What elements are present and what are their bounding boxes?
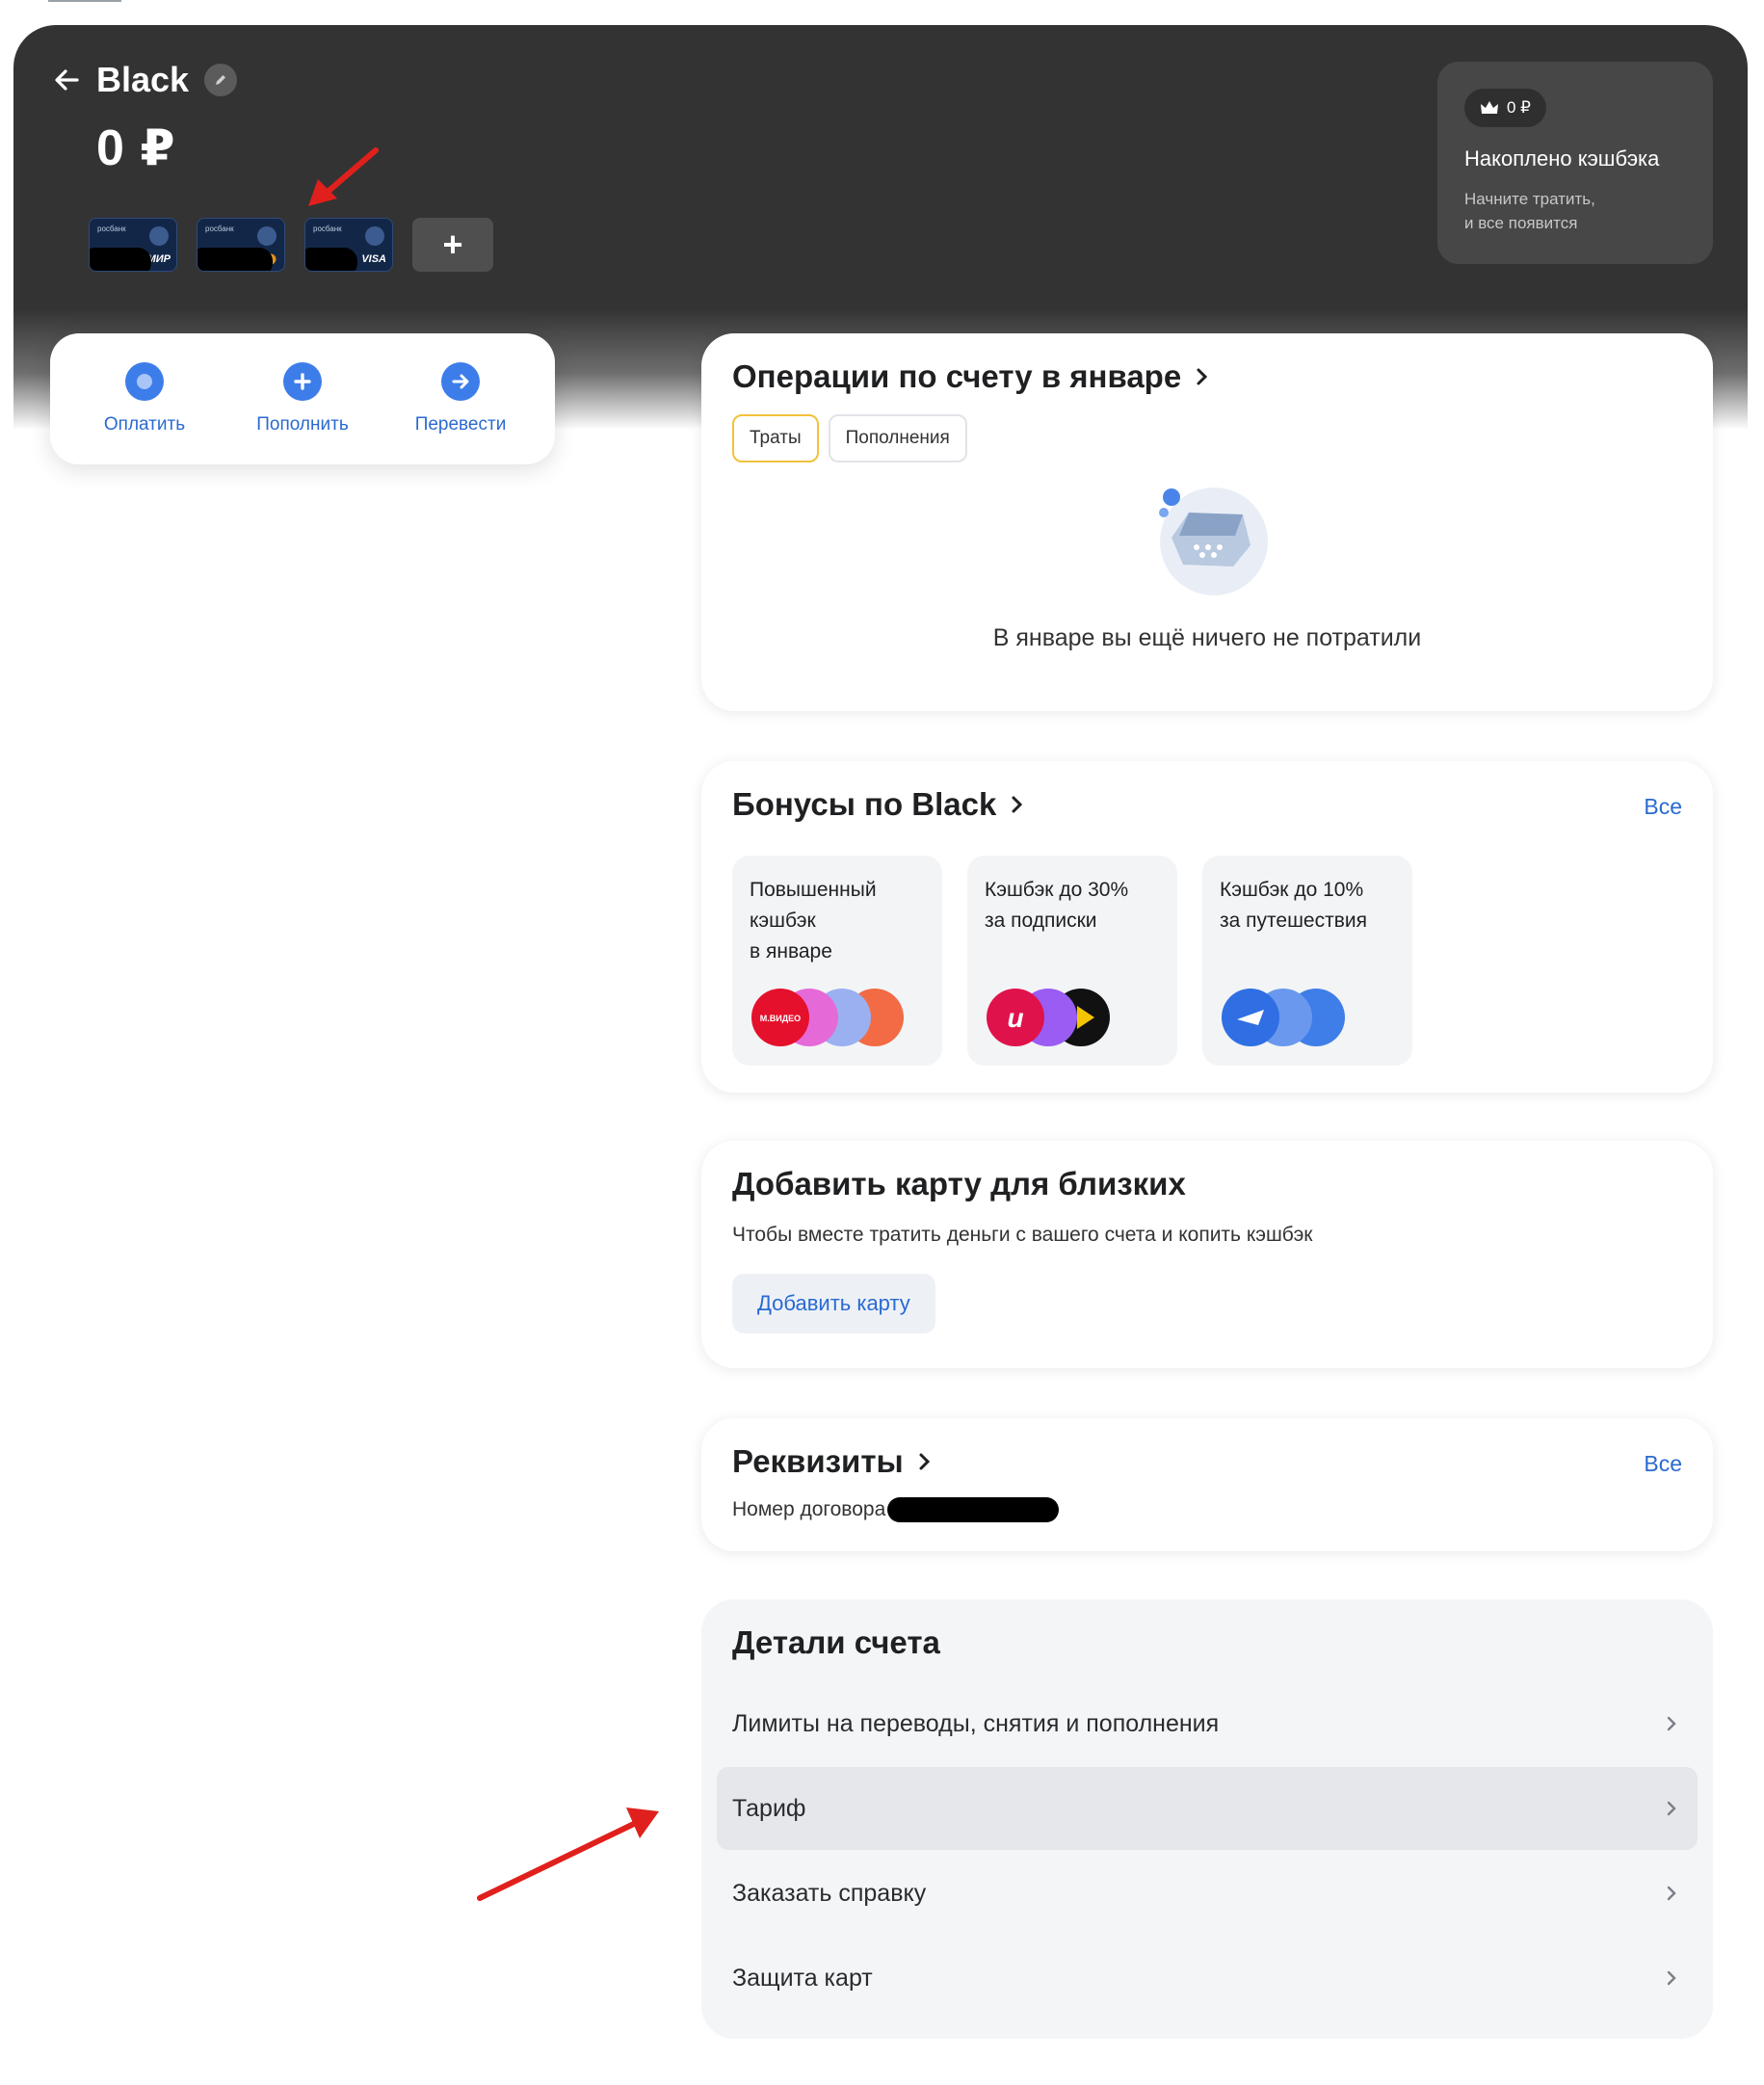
cashback-widget[interactable]: 0 ₽ Накоплено кэшбэка Начните тратить, и… xyxy=(1437,62,1713,264)
title-row: Black xyxy=(52,60,238,100)
tab-spending[interactable]: Траты xyxy=(732,414,819,462)
details-row-label: Лимиты на переводы, снятия и пополнения xyxy=(732,1709,1220,1737)
redaction-blot xyxy=(90,248,151,271)
details-row-label: Тариф xyxy=(732,1794,806,1822)
edit-name-icon[interactable] xyxy=(204,64,238,96)
partner-logos-icon xyxy=(1222,989,1345,1046)
chevron-right-icon xyxy=(1667,1970,1676,1986)
annotation-arrow-icon xyxy=(477,1808,659,1901)
details-row-certificate[interactable]: Заказать справку xyxy=(717,1852,1698,1935)
details-row-label: Защита карт xyxy=(732,1964,873,1992)
contract-number-label: Номер договора xyxy=(732,1498,886,1520)
pay-icon xyxy=(125,362,164,401)
add-card-for-family-button[interactable]: Добавить карту xyxy=(732,1274,935,1333)
bonus-item[interactable]: Повышенный кэшбэк в январе М.ВИДЕО xyxy=(732,856,942,1066)
card-mastercard[interactable]: росбанк xyxy=(197,218,285,272)
topup-label: Пополнить xyxy=(256,414,349,435)
pay-button[interactable]: Оплатить xyxy=(67,362,222,435)
empty-shower-icon xyxy=(1159,488,1268,595)
family-title: Добавить карту для близких xyxy=(732,1166,1186,1201)
operations-card: Операции по счету в январе Траты Пополне… xyxy=(701,333,1713,711)
topup-button[interactable]: Пополнить xyxy=(225,362,380,435)
chevron-right-icon xyxy=(919,1453,930,1470)
bonuses-title-text: Бонусы по Black xyxy=(732,786,997,822)
svg-text:М.ВИДЕО: М.ВИДЕО xyxy=(760,1014,801,1023)
redaction-blot xyxy=(887,1497,1060,1522)
card-visa[interactable]: росбанк VISA xyxy=(304,218,393,272)
bonus-item[interactable]: Кэшбэк до 30% за подписки и xyxy=(967,856,1177,1066)
operations-title-text: Операции по счету в январе xyxy=(732,358,1182,394)
redaction-blot xyxy=(305,248,357,271)
requisites-all-link[interactable]: Все xyxy=(1644,1451,1682,1477)
top-divider xyxy=(48,0,121,2)
chevron-right-icon xyxy=(1667,1716,1676,1731)
transfer-icon xyxy=(441,362,480,401)
add-family-card: Добавить карту для близких Чтобы вместе … xyxy=(701,1141,1713,1368)
requisites-title[interactable]: Реквизиты xyxy=(732,1443,1682,1480)
account-balance: 0 ₽ xyxy=(96,120,176,176)
cashback-badge: 0 ₽ xyxy=(1464,89,1546,127)
account-details: Детали счета Лимиты на переводы, снятия … xyxy=(701,1599,1713,2039)
operations-title[interactable]: Операции по счету в январе xyxy=(732,358,1682,395)
chevron-right-icon xyxy=(1012,796,1023,813)
card-bank-label: росбанк xyxy=(205,224,234,233)
card-mir[interactable]: росбанк МИР xyxy=(89,218,177,272)
bonus-list: Повышенный кэшбэк в январе М.ВИДЕО Кэшбэ… xyxy=(732,856,1682,1066)
requisites-title-text: Реквизиты xyxy=(732,1443,904,1479)
operations-tabs: Траты Пополнения xyxy=(732,414,1682,462)
cashback-amount: 0 ₽ xyxy=(1507,98,1531,117)
details-row-limits[interactable]: Лимиты на переводы, снятия и пополнения xyxy=(717,1682,1698,1765)
bonuses-title[interactable]: Бонусы по Black xyxy=(732,786,1682,823)
cards-row: росбанк МИР росбанк росбанк VISA + xyxy=(89,218,493,272)
contract-number-row: Номер договора xyxy=(732,1497,1682,1522)
details-list: Лимиты на переводы, снятия и пополнения … xyxy=(717,1682,1698,2019)
bonuses-card: Бонусы по Black Все Повышенный кэшбэк в … xyxy=(701,761,1713,1093)
svg-text:и: и xyxy=(1007,1003,1023,1033)
bonuses-all-link[interactable]: Все xyxy=(1644,794,1682,820)
cloud-icon xyxy=(365,226,384,246)
pay-label: Оплатить xyxy=(103,414,186,435)
quick-actions: Оплатить Пополнить Перевести xyxy=(50,333,555,464)
operations-empty-text: В январе вы ещё ничего не потратили xyxy=(992,624,1422,651)
back-arrow-icon[interactable] xyxy=(52,66,81,94)
details-row-label: Заказать справку xyxy=(732,1879,927,1907)
requisites-card: Реквизиты Все Номер договора xyxy=(701,1418,1713,1551)
partner-logos-icon: и xyxy=(987,989,1110,1046)
transfer-button[interactable]: Перевести xyxy=(383,362,538,435)
chevron-right-icon xyxy=(1667,1801,1676,1816)
bonus-text: Кэшбэк до 30% за подписки xyxy=(985,879,1129,932)
add-card-button[interactable]: + xyxy=(412,218,493,272)
family-subtitle: Чтобы вместе тратить деньги с вашего сче… xyxy=(732,1224,1313,1246)
cashback-title: Накоплено кэшбэка xyxy=(1464,146,1660,171)
details-title: Детали счета xyxy=(732,1624,940,1660)
details-row-card-protection[interactable]: Защита карт xyxy=(717,1937,1698,2019)
transfer-label: Перевести xyxy=(414,414,507,435)
bonus-text: Повышенный кэшбэк в январе xyxy=(750,879,877,963)
plus-icon xyxy=(283,362,322,401)
cloud-icon xyxy=(149,226,169,246)
cashback-subtitle: Начните тратить, и все появится xyxy=(1464,190,1595,232)
partner-logos-icon: М.ВИДЕО xyxy=(751,989,904,1046)
tab-topups[interactable]: Пополнения xyxy=(828,414,967,462)
annotation-arrow-icon xyxy=(308,147,379,206)
details-row-tariff[interactable]: Тариф xyxy=(717,1767,1698,1850)
card-bank-label: росбанк xyxy=(97,224,126,233)
card-bank-label: росбанк xyxy=(313,224,342,233)
bonus-text: Кэшбэк до 10% за путешествия xyxy=(1220,879,1367,932)
chevron-right-icon xyxy=(1667,1886,1676,1901)
crown-icon xyxy=(1481,101,1498,114)
cloud-icon xyxy=(257,226,276,246)
chevron-right-icon xyxy=(1197,368,1208,385)
redaction-blot xyxy=(197,248,273,271)
account-name: Black xyxy=(96,60,190,99)
bonus-item[interactable]: Кэшбэк до 10% за путешествия xyxy=(1202,856,1412,1066)
card-system-label: VISA xyxy=(361,253,386,265)
